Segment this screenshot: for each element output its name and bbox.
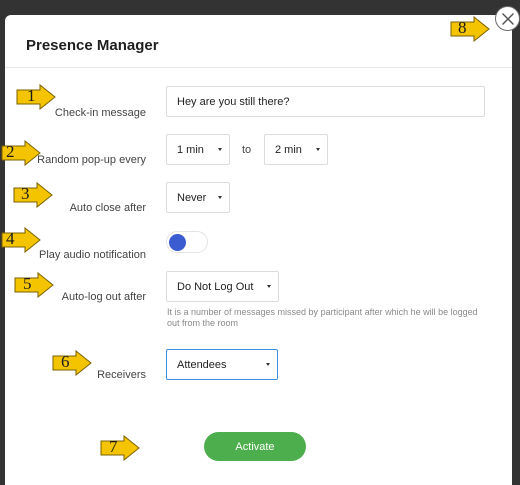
audio-notification-toggle[interactable] — [166, 231, 208, 253]
popup-from-select[interactable]: 1 min — [166, 134, 230, 165]
checkin-message-label: Check-in message — [54, 107, 146, 119]
popup-from-value: 1 min — [177, 143, 204, 156]
auto-logout-help-text: It is a number of messages missed by par… — [167, 307, 478, 328]
chevron-down-icon — [218, 196, 222, 199]
arrow-marker-icon — [52, 350, 92, 376]
auto-close-value: Never — [177, 191, 207, 204]
activate-button[interactable]: Activate — [204, 432, 306, 461]
chevron-down-icon — [218, 148, 222, 151]
receivers-value: Attendees — [177, 358, 227, 371]
marker-4: 4 — [1, 227, 41, 253]
marker-8: 8 — [450, 16, 490, 42]
header-divider — [5, 67, 512, 68]
auto-logout-label: Auto-log out after — [61, 291, 146, 303]
auto-close-select[interactable]: Never — [166, 182, 230, 213]
close-icon — [501, 12, 514, 25]
receivers-label: Receivers — [97, 369, 146, 381]
chevron-down-icon — [316, 148, 320, 151]
popup-to-select[interactable]: 2 min — [264, 134, 328, 165]
marker-5: 5 — [14, 272, 54, 298]
arrow-marker-icon — [16, 84, 56, 110]
popup-to-value: 2 min — [275, 143, 302, 156]
arrow-marker-icon — [100, 435, 140, 461]
checkin-message-input[interactable] — [166, 86, 485, 117]
chevron-down-icon — [266, 363, 270, 366]
close-button[interactable] — [495, 6, 520, 31]
popup-to-label: to — [242, 144, 252, 156]
receivers-select[interactable]: Attendees — [166, 349, 278, 380]
audio-notification-label: Play audio notification — [38, 249, 146, 261]
arrow-marker-icon — [14, 272, 54, 298]
random-popup-label: Random pop-up every — [37, 154, 146, 166]
marker-1: 1 — [16, 84, 56, 110]
auto-logout-value: Do Not Log Out — [177, 280, 254, 293]
marker-7: 7 — [100, 435, 140, 461]
marker-6: 6 — [52, 350, 92, 376]
auto-logout-select[interactable]: Do Not Log Out — [166, 271, 279, 302]
toggle-knob — [169, 234, 186, 251]
presence-manager-dialog: Presence Manager Check-in message Random… — [5, 15, 512, 485]
chevron-down-icon — [267, 285, 271, 288]
marker-2: 2 — [1, 140, 41, 166]
auto-close-label: Auto close after — [69, 202, 146, 214]
arrow-marker-icon — [450, 16, 490, 42]
dialog-title: Presence Manager — [26, 37, 159, 54]
arrow-marker-icon — [13, 182, 53, 208]
marker-3: 3 — [13, 182, 53, 208]
